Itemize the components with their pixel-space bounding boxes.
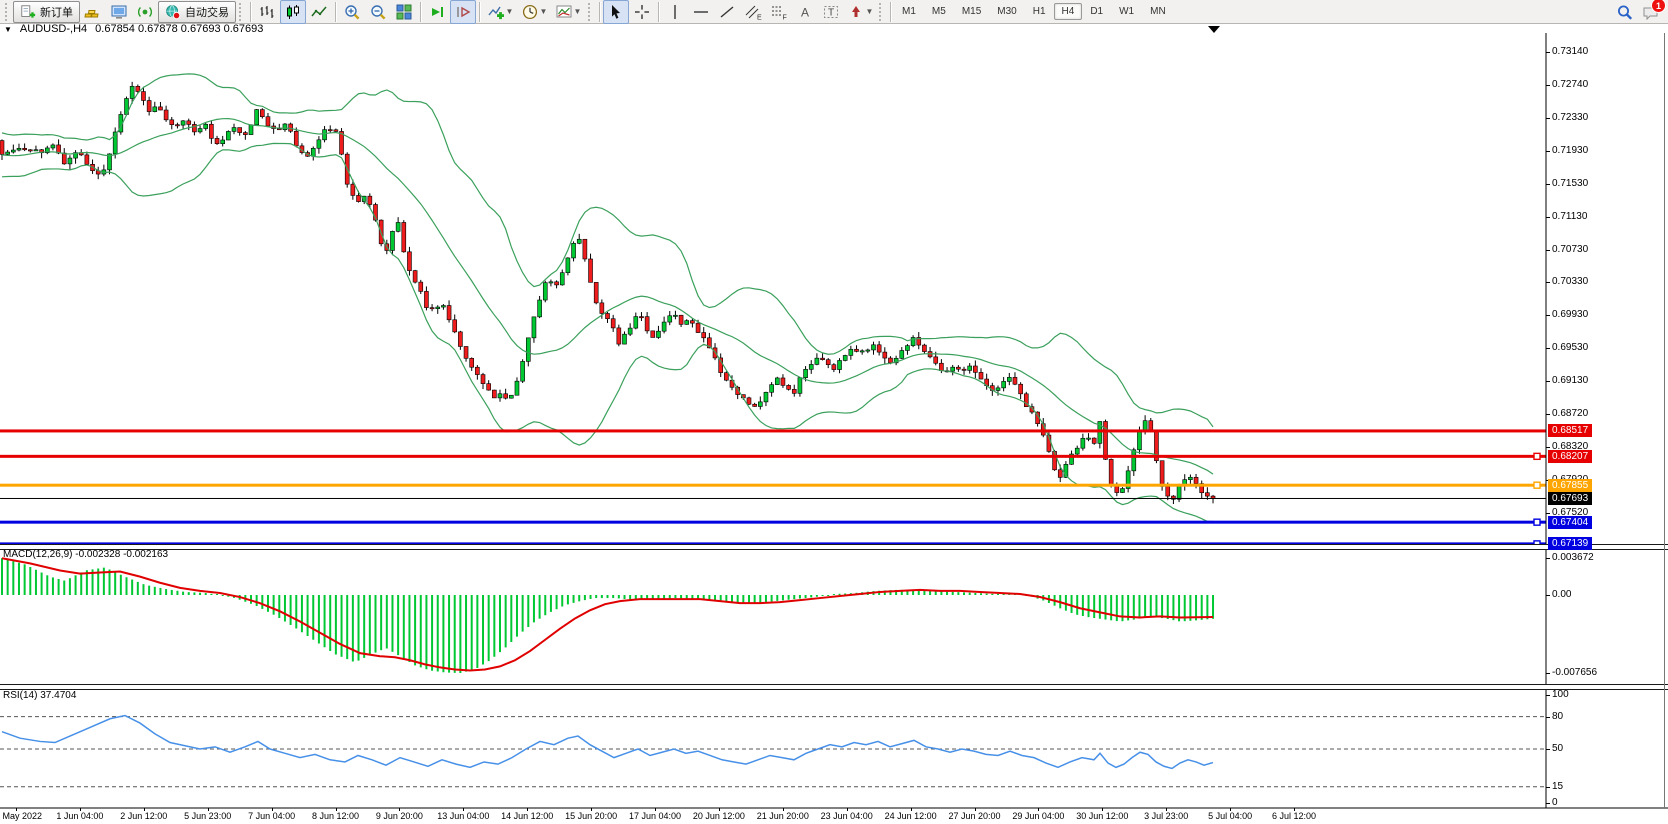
rsi-axis-value: 15 [1552,781,1563,792]
price-axis-tick [1546,414,1550,415]
rsi-axis-tick [1546,695,1550,696]
macd-axis-tick [1546,595,1550,596]
rsi-axis-tick [1546,717,1550,718]
macd-axis-value: -0.007656 [1552,667,1597,678]
price-axis-value: 0.71130 [1552,211,1587,222]
chart-canvas[interactable] [0,0,1668,824]
price-line-tag: 0.67139 [1548,537,1592,550]
horizontal-price-line[interactable] [0,429,1546,432]
rsi-label: RSI(14) 37.4704 [3,690,76,701]
time-axis-value: 23 Jun 04:00 [821,811,873,821]
rsi-axis-tick [1546,787,1550,788]
price-axis-value: 0.71930 [1552,145,1588,156]
price-axis-value: 0.68720 [1552,408,1588,419]
time-axis-value: 24 Jun 12:00 [885,811,937,821]
horizontal-price-line[interactable] [0,484,1546,487]
rsi-axis-tick [1546,749,1550,750]
macd-series [2,558,1213,673]
bollinger-band-line [2,119,1213,475]
price-axis-value: 0.70330 [1552,276,1588,287]
time-axis-value: 5 Jul 04:00 [1208,811,1252,821]
price-axis-tick [1546,151,1550,152]
window-edge [1664,33,1665,808]
line-anchor-handle [1534,519,1540,525]
rsi-line [2,716,1213,769]
price-axis-value: 0.69930 [1552,309,1588,320]
price-line-tag: 0.67404 [1548,516,1592,529]
time-axis-value: 3 Jul 23:00 [1144,811,1188,821]
price-axis-tick [1546,348,1550,349]
macd-axis-value: 0.00 [1552,589,1571,600]
time-axis-value: 1 Jun 04:00 [56,811,103,821]
price-axis-tick [1546,381,1550,382]
price-axis-value: 0.72740 [1552,79,1588,90]
line-anchor-handle [1534,453,1540,459]
price-line-tag: 0.67693 [1548,492,1592,505]
time-axis-value: 30 May 2022 [0,811,42,821]
time-axis-value: 2 Jun 12:00 [120,811,167,821]
mt4-window: 新订单 自动交易 [0,0,1668,824]
time-axis-value: 8 Jun 12:00 [312,811,359,821]
horizontal-price-line[interactable] [0,455,1546,458]
price-axis-value: 0.69530 [1552,342,1588,353]
time-axis-value: 9 Jun 20:00 [376,811,423,821]
rsi-axis-value: 80 [1552,711,1563,722]
panel-separator[interactable] [0,544,1668,550]
price-axis-tick [1546,184,1550,185]
price-axis-tick [1546,282,1550,283]
price-axis-tick [1546,315,1550,316]
price-axis-tick [1546,250,1550,251]
rsi-axis-value: 0 [1552,797,1558,808]
price-line-tag: 0.68517 [1548,424,1592,437]
price-line-tag: 0.68207 [1548,450,1592,463]
candlestick-series [0,82,1215,504]
price-axis-value: 0.73140 [1552,46,1588,57]
macd-axis-value: 0.003672 [1552,552,1594,563]
macd-axis-tick [1546,673,1550,674]
time-axis-value: 30 Jun 12:00 [1076,811,1128,821]
macd-label: MACD(12,26,9) -0.002328 -0.002163 [3,549,168,560]
price-axis-value: 0.70730 [1552,244,1588,255]
time-axis-value: 20 Jun 12:00 [693,811,745,821]
price-axis-value: 0.72330 [1552,112,1588,123]
time-axis-value: 27 Jun 20:00 [948,811,1000,821]
time-axis-value: 13 Jun 04:00 [437,811,489,821]
horizontal-price-line[interactable] [0,498,1546,499]
rsi-axis-value: 100 [1552,689,1569,700]
bollinger-band-line [2,74,1213,427]
bollinger-band-line [2,143,1213,521]
rsi-axis-tick [1546,803,1550,804]
price-axis-tick [1546,217,1550,218]
horizontal-price-line[interactable] [0,521,1546,524]
time-axis-value: 21 Jun 20:00 [757,811,809,821]
time-axis-value: 17 Jun 04:00 [629,811,681,821]
price-axis-value: 0.69130 [1552,375,1588,386]
time-axis-value: 29 Jun 04:00 [1012,811,1064,821]
price-axis-value: 0.71530 [1552,178,1588,189]
time-axis-value: 14 Jun 12:00 [501,811,553,821]
price-line-tag: 0.67855 [1548,479,1592,492]
panel-separator[interactable] [0,684,1668,690]
time-axis-value: 15 Jun 20:00 [565,811,617,821]
time-axis-value: 5 Jun 23:00 [184,811,231,821]
line-anchor-handle [1534,482,1540,488]
price-axis-tick [1546,52,1550,53]
rsi-axis-value: 50 [1552,743,1563,754]
price-axis-tick [1546,118,1550,119]
price-axis-tick [1546,513,1550,514]
last-bar-marker-icon [1208,26,1220,33]
time-axis-value: 6 Jul 12:00 [1272,811,1316,821]
price-axis-tick [1546,447,1550,448]
macd-axis-tick [1546,558,1550,559]
macd-signal-line [2,558,1213,670]
time-axis-value: 7 Jun 04:00 [248,811,295,821]
price-axis-tick [1546,85,1550,86]
